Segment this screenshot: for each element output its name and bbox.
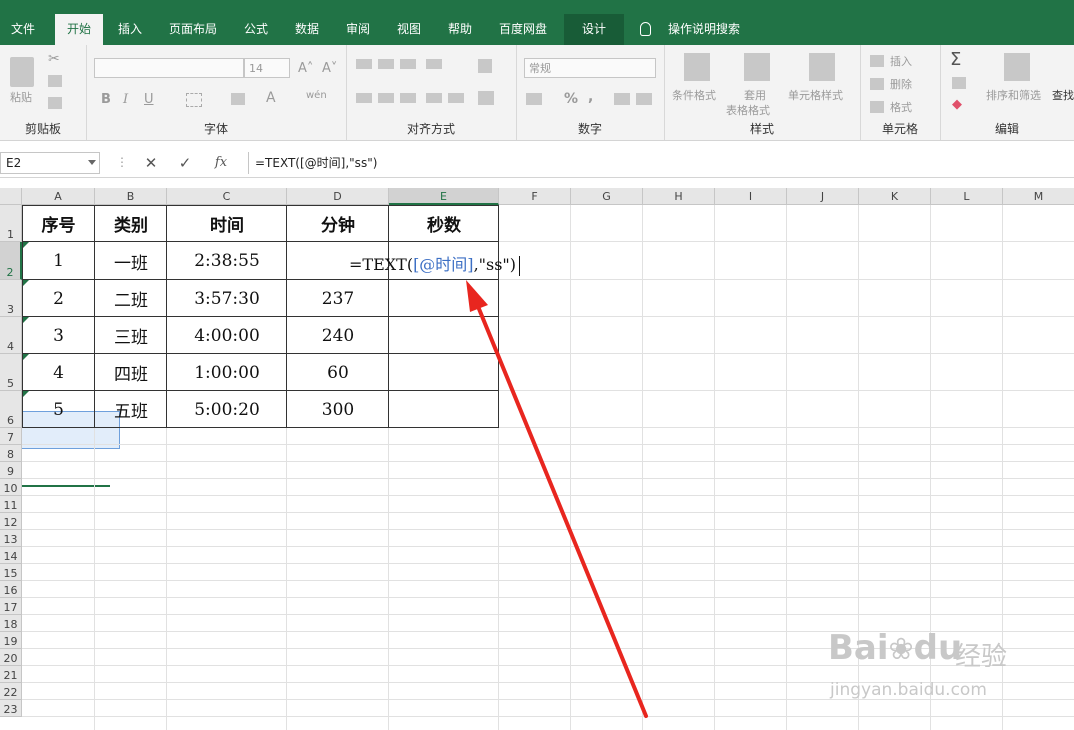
annotation-arrow xyxy=(466,280,648,718)
paw-icon: ❀ xyxy=(888,632,914,667)
watermark-brand: Bai❀du xyxy=(828,628,963,668)
watermark-url: jingyan.baidu.com xyxy=(830,680,987,700)
watermark-jingyan: 经验 xyxy=(955,642,1008,672)
